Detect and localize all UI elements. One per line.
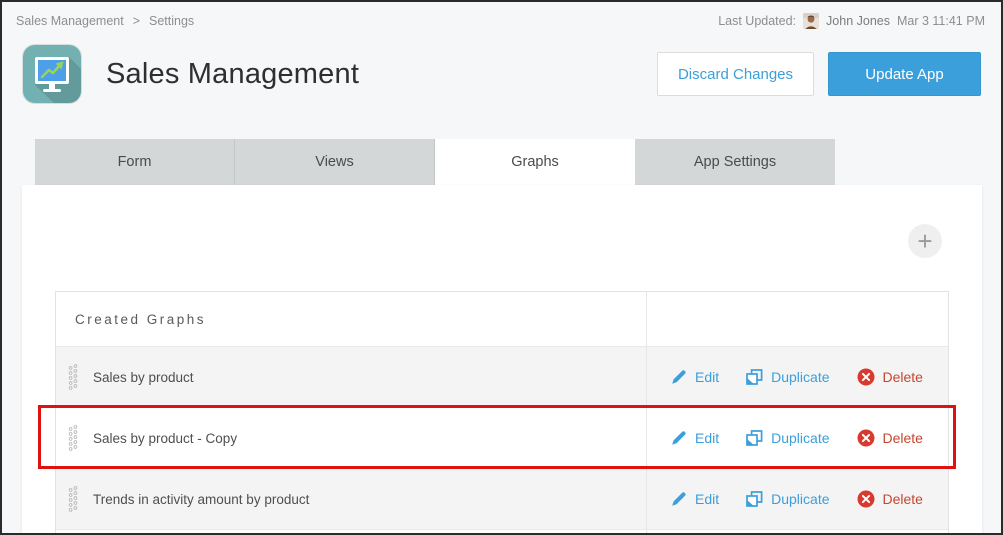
pencil-icon — [671, 491, 687, 507]
graph-name-cell: Sales by product - Copy — [56, 408, 646, 468]
tab-graphs[interactable]: Graphs — [435, 139, 635, 185]
pencil-icon — [671, 430, 687, 446]
duplicate-button[interactable]: Duplicate — [746, 430, 829, 446]
graph-name-cell: Trends in activity amount by product — [56, 469, 646, 529]
breadcrumb-settings: Settings — [149, 14, 194, 28]
breadcrumb-app-link[interactable]: Sales Management — [16, 14, 124, 28]
app-window: Sales Management > Settings Last Updated… — [0, 0, 1003, 535]
edit-label: Edit — [695, 491, 719, 507]
drag-handle-icon[interactable] — [68, 486, 78, 512]
last-updated: Last Updated: John Jones Mar 3 11:41 PM — [718, 13, 985, 29]
row-actions — [646, 530, 948, 533]
table-header-actions — [646, 292, 948, 346]
tab-form[interactable]: Form — [35, 139, 235, 185]
duplicate-icon — [746, 491, 763, 507]
duplicate-button[interactable]: Duplicate — [746, 491, 829, 507]
duplicate-label: Duplicate — [771, 369, 829, 385]
app-header: Sales Management Discard Changes Update … — [22, 42, 981, 106]
duplicate-label: Duplicate — [771, 430, 829, 446]
discard-changes-button[interactable]: Discard Changes — [657, 52, 814, 96]
row-actions: Edit Duplicate Delete — [646, 408, 948, 468]
updated-by-user[interactable]: John Jones — [826, 14, 890, 28]
edit-button[interactable]: Edit — [671, 430, 719, 446]
delete-circle-icon — [857, 490, 875, 508]
created-graphs-table: Created Graphs Sales by product Edit — [55, 291, 949, 533]
tab-app-settings[interactable]: App Settings — [635, 139, 835, 185]
table-row: Sales by product - Copy Edit Duplicate D… — [56, 407, 948, 468]
breadcrumb-separator: > — [133, 14, 140, 28]
duplicate-button[interactable]: Duplicate — [746, 369, 829, 385]
settings-tabs: Form Views Graphs App Settings — [35, 139, 835, 185]
delete-circle-icon — [857, 368, 875, 386]
edit-label: Edit — [695, 430, 719, 446]
table-row: Trends in activity amount by product Edi… — [56, 468, 948, 529]
graph-name-cell — [56, 530, 646, 533]
duplicate-icon — [746, 430, 763, 446]
duplicate-label: Duplicate — [771, 491, 829, 507]
edit-label: Edit — [695, 369, 719, 385]
delete-label: Delete — [883, 369, 923, 385]
breadcrumb: Sales Management > Settings — [16, 14, 194, 28]
table-row: Sales by product Edit Duplicate Delete — [56, 346, 948, 407]
update-app-button[interactable]: Update App — [828, 52, 981, 96]
drag-handle-icon[interactable] — [68, 425, 78, 451]
table-row-partial — [56, 529, 948, 533]
delete-button[interactable]: Delete — [857, 429, 923, 447]
app-icon — [22, 44, 82, 104]
header-buttons: Discard Changes Update App — [657, 52, 981, 96]
top-bar: Sales Management > Settings Last Updated… — [2, 2, 1001, 40]
add-graph-button[interactable]: + — [908, 224, 942, 258]
table-header-row: Created Graphs — [56, 292, 948, 346]
graph-name: Sales by product — [93, 370, 194, 385]
row-actions: Edit Duplicate Delete — [646, 347, 948, 407]
delete-button[interactable]: Delete — [857, 490, 923, 508]
tab-views[interactable]: Views — [235, 139, 435, 185]
avatar[interactable] — [803, 13, 819, 29]
edit-button[interactable]: Edit — [671, 491, 719, 507]
pencil-icon — [671, 369, 687, 385]
delete-label: Delete — [883, 491, 923, 507]
edit-button[interactable]: Edit — [671, 369, 719, 385]
table-header-title: Created Graphs — [56, 292, 646, 346]
page-title: Sales Management — [106, 58, 359, 91]
duplicate-icon — [746, 369, 763, 385]
delete-circle-icon — [857, 429, 875, 447]
delete-label: Delete — [883, 430, 923, 446]
updated-timestamp: Mar 3 11:41 PM — [897, 14, 985, 28]
graph-name-cell: Sales by product — [56, 347, 646, 407]
row-actions: Edit Duplicate Delete — [646, 469, 948, 529]
drag-handle-icon[interactable] — [68, 364, 78, 390]
last-updated-label: Last Updated: — [718, 14, 796, 28]
graph-name: Trends in activity amount by product — [93, 492, 309, 507]
delete-button[interactable]: Delete — [857, 368, 923, 386]
graph-name: Sales by product - Copy — [93, 431, 237, 446]
